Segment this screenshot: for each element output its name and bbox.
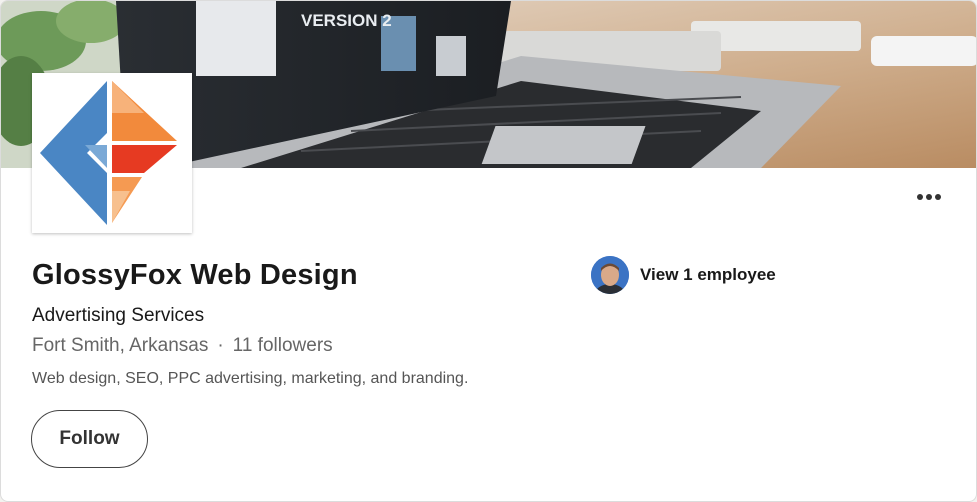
more-options-button[interactable] xyxy=(912,183,946,211)
more-horizontal-icon xyxy=(917,194,941,200)
employee-avatar xyxy=(591,256,629,294)
company-industry: Advertising Services xyxy=(32,305,205,326)
company-name: GlossyFox Web Design xyxy=(32,259,358,291)
follow-button[interactable]: Follow xyxy=(31,410,148,468)
company-location: Fort Smith, Arkansas xyxy=(32,335,209,356)
company-meta: Fort Smith, Arkansas · 11 followers xyxy=(32,335,333,357)
followers-count: 11 followers xyxy=(232,335,333,356)
view-employees-label: View 1 employee xyxy=(640,265,776,284)
company-card: VERSION 2 GlossyFox Web Design Advertisi… xyxy=(0,0,977,502)
company-tagline: Web design, SEO, PPC advertising, market… xyxy=(32,370,469,387)
banner-screen-text: VERSION 2 xyxy=(301,11,392,30)
meta-separator: · xyxy=(217,335,224,356)
view-employees-link[interactable]: View 1 employee xyxy=(591,256,776,294)
company-logo xyxy=(32,73,192,233)
